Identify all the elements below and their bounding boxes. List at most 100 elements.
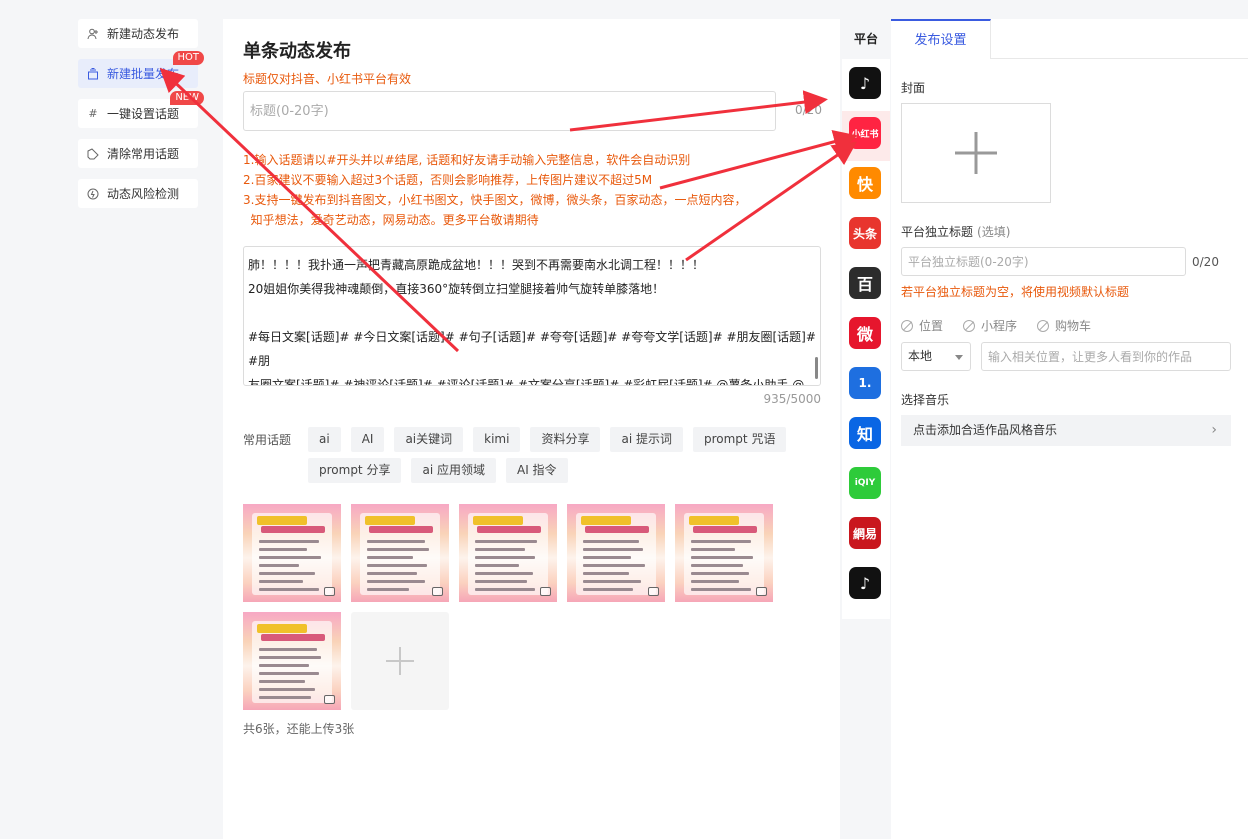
image-edit-icon[interactable] <box>324 587 335 596</box>
content-scrollbar[interactable] <box>815 357 818 379</box>
image-edit-icon[interactable] <box>324 695 335 704</box>
option-mini-program[interactable]: 小程序 <box>963 317 1017 334</box>
image-text-line <box>691 540 751 543</box>
location-input[interactable] <box>981 342 1231 371</box>
nav-new-post[interactable]: 新建动态发布 <box>78 19 198 48</box>
image-text-line <box>259 656 321 659</box>
nav-clear-topics[interactable]: 清除常用话题 <box>78 139 198 168</box>
topic-chip[interactable]: AI 指令 <box>505 458 568 483</box>
content-line: 20姐姐你美得我神魂颠倒，直接360°旋转倒立扫堂腿接着帅气旋转单膝落地！ <box>248 282 665 296</box>
instruction-line: 3.支持一键发布到抖音图文，小红书图文，快手图文，微博，微头条，百家动态，一点短… <box>243 193 747 207</box>
image-text-line <box>259 540 319 543</box>
location-select-value: 本地 <box>908 349 933 363</box>
image-subheading <box>261 634 325 641</box>
disabled-icon <box>901 319 913 332</box>
option-shopping-cart[interactable]: 购物车 <box>1037 317 1091 334</box>
douyin-icon[interactable]: ♪ <box>849 67 881 99</box>
nav-label: 动态风险检测 <box>107 187 180 201</box>
platform-title-hint: 若平台独立标题为空，将使用视频默认标题 <box>901 285 1130 299</box>
image-subheading <box>585 526 649 533</box>
platform-header: 平台 <box>842 19 890 59</box>
uploaded-image[interactable] <box>567 504 665 602</box>
platform-title-input[interactable] <box>901 247 1186 276</box>
tab-publish-settings[interactable]: 发布设置 <box>891 19 991 59</box>
uploaded-image[interactable] <box>243 504 341 602</box>
plus-icon <box>955 132 997 174</box>
weibo-icon[interactable]: 微 <box>849 317 881 349</box>
topic-chip[interactable]: 资料分享 <box>530 427 601 452</box>
topic-chip[interactable]: prompt 分享 <box>308 458 402 483</box>
chevron-right-icon: › <box>1211 422 1217 438</box>
image-text-line <box>475 540 537 543</box>
kuaishou-icon[interactable]: 快 <box>849 167 881 199</box>
option-label: 购物车 <box>1055 319 1092 333</box>
image-edit-icon[interactable] <box>540 587 551 596</box>
image-heading <box>257 624 307 633</box>
option-location[interactable]: 位置 <box>901 317 943 334</box>
topic-chip[interactable]: prompt 咒语 <box>692 427 787 452</box>
image-edit-icon[interactable] <box>756 587 767 596</box>
image-text-line <box>259 556 321 559</box>
eraser-icon <box>87 147 99 160</box>
zhihu-icon[interactable]: 知 <box>849 417 881 449</box>
cover-label: 封面 <box>901 81 926 95</box>
topic-chip[interactable]: AI <box>350 427 385 452</box>
image-subheading <box>477 526 541 533</box>
iqiyi-icon[interactable]: iQIY <box>849 467 881 499</box>
add-image-button[interactable] <box>351 612 449 710</box>
image-text-line <box>367 588 409 591</box>
xiaohongshu-icon[interactable]: 小红书 <box>849 117 881 149</box>
image-text-line <box>367 572 417 575</box>
shield-check-icon <box>87 188 99 200</box>
topic-chip[interactable]: ai 提示词 <box>610 427 683 452</box>
image-text-line <box>691 556 753 559</box>
plus-icon <box>386 647 414 675</box>
image-heading <box>365 516 415 525</box>
topic-chip[interactable]: kimi <box>473 427 521 452</box>
option-label: 位置 <box>919 319 944 333</box>
image-text-line <box>475 548 525 551</box>
uploaded-image[interactable] <box>351 504 449 602</box>
settings-tabbar: 发布设置 <box>891 19 1248 59</box>
platform-title-label: 平台独立标题 (选填) <box>901 223 1010 240</box>
image-text-line <box>475 556 535 559</box>
uploaded-image[interactable] <box>459 504 557 602</box>
add-music-button[interactable]: 点击添加合适作品风格音乐 › <box>901 415 1231 446</box>
topic-chip[interactable]: ai 应用领域 <box>411 458 496 483</box>
uploaded-image[interactable] <box>243 612 341 710</box>
image-text-line <box>691 572 749 575</box>
toutiao-icon[interactable]: 头条 <box>849 217 881 249</box>
new-badge: NEW <box>170 91 204 105</box>
image-text-line <box>367 580 425 583</box>
baijiahao-icon[interactable]: 百 <box>849 267 881 299</box>
douyin-alt-icon[interactable]: ♪ <box>849 567 881 599</box>
image-text-line <box>367 556 413 559</box>
title-char-count: 0/20 <box>795 103 822 117</box>
topic-chip[interactable]: ai <box>308 427 341 452</box>
content-line: 肺！！！！我扑通一声把青藏高原跪成盆地！！！哭到不再需要南水北调工程！！！！ <box>248 258 705 272</box>
instruction-line: 2.百家建议不要输入超过3个话题，否则会影响推荐，上传图片建议不超过5M <box>243 173 653 187</box>
image-count-text: 共6张，还能上传3张 <box>243 722 355 736</box>
nav-batch-post[interactable]: 新建批量发布 HOT <box>78 51 204 88</box>
topic-chip[interactable]: ai关键词 <box>394 427 464 452</box>
image-edit-icon[interactable] <box>432 587 443 596</box>
yidian-icon[interactable]: 1. <box>849 367 881 399</box>
image-text-line <box>583 548 643 551</box>
content-char-count: 935/5000 <box>763 392 822 406</box>
nav-risk-check[interactable]: 动态风险检测 <box>78 179 198 208</box>
image-grid <box>243 504 783 710</box>
post-content-textarea[interactable]: 肺！！！！我扑通一声把青藏高原跪成盆地！！！哭到不再需要南水北调工程！！！！ 2… <box>243 246 821 386</box>
extra-options: 位置 小程序 购物车 <box>901 317 1091 334</box>
nav-set-topics[interactable]: # 一键设置话题 NEW <box>78 91 204 128</box>
post-title-input[interactable] <box>243 91 776 131</box>
publish-settings-panel: 发布设置 封面 平台独立标题(选填) 0/20 若平台独立标题为空，将使用视频默… <box>891 19 1248 839</box>
image-text-line <box>259 648 317 651</box>
title-scope-note: 标题仅对抖音、小红书平台有效 <box>243 72 412 86</box>
location-select[interactable]: 本地 <box>901 342 971 371</box>
cover-upload-button[interactable] <box>901 103 1051 203</box>
image-edit-icon[interactable] <box>648 587 659 596</box>
netease-icon[interactable]: 網易 <box>849 517 881 549</box>
optional-tag: (选填) <box>977 225 1011 239</box>
uploaded-image[interactable] <box>675 504 773 602</box>
nav-label: 新建动态发布 <box>107 27 180 41</box>
